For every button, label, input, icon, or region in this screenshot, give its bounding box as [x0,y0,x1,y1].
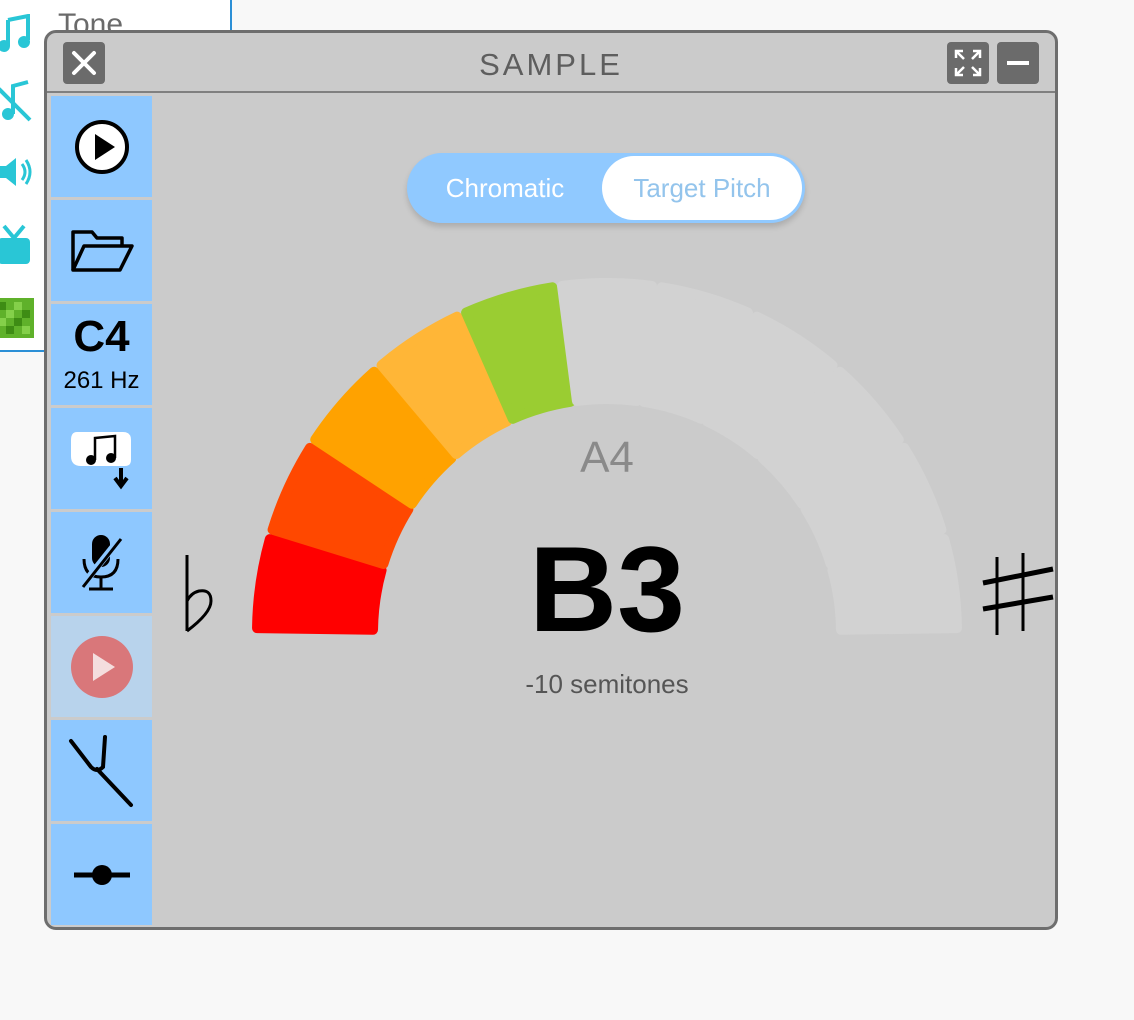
music-note-icon[interactable] [0,14,34,54]
gauge-segment [557,278,657,406]
speaker-icon[interactable] [0,152,34,192]
flat-icon [185,555,213,633]
sharp-icon [982,553,1054,635]
target-note: A4 [580,433,634,482]
tv-icon[interactable] [0,224,34,268]
mute-notes-icon[interactable] [0,80,34,124]
semitone-offset: -10 semitones [525,669,689,699]
grid-icon[interactable] [0,298,34,338]
detected-note: B3 [529,521,685,657]
sample-window: SAMPLE C4 261 Hz Chromatic Target Pitch … [44,30,1058,930]
